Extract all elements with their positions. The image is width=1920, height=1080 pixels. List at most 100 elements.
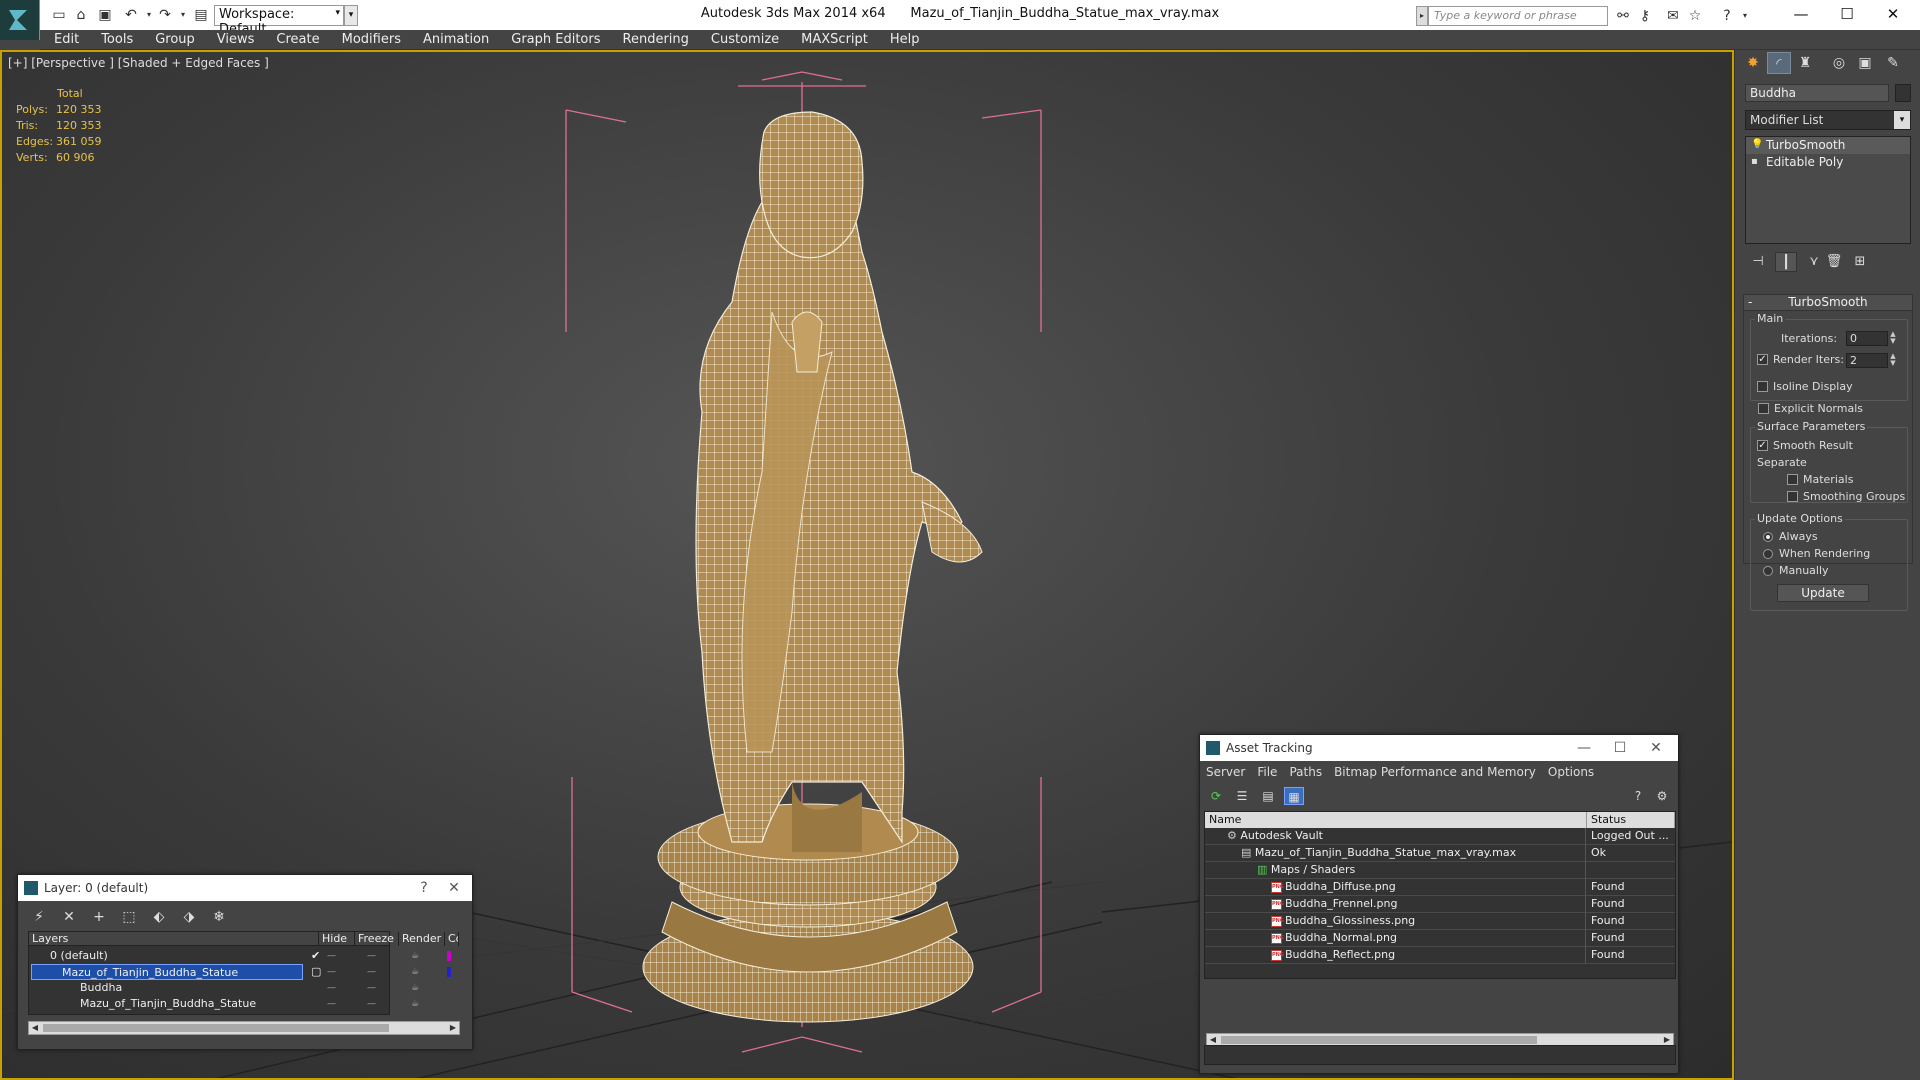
spinner-arrows-icon[interactable]: ▲ ▼ [1889,353,1897,368]
isoline-checkbox[interactable] [1757,381,1768,392]
pin-stack-icon[interactable]: ⊣ [1747,252,1769,272]
menu-views[interactable]: Views [206,30,266,49]
expand-icon[interactable]: ▪ [1751,156,1760,167]
asset-tracking-titlebar[interactable]: Asset Tracking — ☐ ✕ [1200,735,1678,761]
render-iters-spinner[interactable]: 2 [1846,353,1888,368]
modify-tab-icon[interactable]: ◜ [1767,52,1791,74]
save-file-icon[interactable]: ▣ [96,6,114,24]
help-icon[interactable]: ? [1628,787,1648,805]
menu-bitmap-performance[interactable]: Bitmap Performance and Memory [1328,761,1542,783]
binoculars-icon[interactable]: ⚯ [1614,7,1632,25]
manually-radio[interactable] [1763,566,1773,576]
render-teapot-icon[interactable]: ☕ [411,980,419,996]
menu-animation[interactable]: Animation [412,30,500,49]
help-icon[interactable]: ? [1718,7,1736,25]
workspace-dropdown[interactable]: Workspace: Default▾ [214,5,344,37]
rollout-header[interactable]: - TurboSmooth [1744,295,1912,311]
hierarchy-tab-icon[interactable]: ♜ [1793,52,1817,74]
scroll-thumb[interactable] [1221,1036,1537,1044]
menu-options[interactable]: Options [1542,761,1600,783]
minimize-icon[interactable]: — [1570,735,1598,761]
create-tab-icon[interactable]: ✸ [1741,52,1765,74]
scroll-left-icon[interactable]: ◀ [29,1022,41,1034]
menu-rendering[interactable]: Rendering [612,30,700,49]
menu-file[interactable]: File [1251,761,1283,783]
freeze-toggle[interactable]: — [367,948,376,964]
app-menu-button[interactable] [0,0,40,40]
active-layer-check-icon[interactable]: ✔ [311,948,320,964]
explicit-normals-checkbox[interactable] [1758,403,1769,414]
object-row[interactable]: Mazu_of_Tianjin_Buddha_Statue — — ☕ [29,996,419,1012]
display-tab-icon[interactable]: ▣ [1853,52,1877,74]
perspective-viewport[interactable]: [+] [Perspective ] [Shaded + Edged Faces… [0,50,1734,1080]
asset-row[interactable]: PNGBuddha_Normal.png Found [1205,930,1675,947]
maximize-icon[interactable]: ☐ [1606,735,1634,761]
key-icon[interactable]: ⚷ [1636,7,1654,25]
menu-create[interactable]: Create [265,30,330,49]
modifier-list-dropdown[interactable]: Modifier List ▾ [1745,110,1911,130]
smoothing-groups-checkbox[interactable] [1787,491,1798,502]
redo-icon[interactable]: ↷ [156,6,174,24]
utilities-tab-icon[interactable]: ✎ [1881,52,1905,74]
layer-color-swatch[interactable] [447,967,451,977]
layer-create-icon[interactable]: ⚡ [28,907,50,927]
menu-help[interactable]: Help [879,30,931,49]
asset-row[interactable]: PNGBuddha_Diffuse.png Found [1205,879,1675,896]
add-to-layer-icon[interactable]: + [88,907,110,927]
asset-row[interactable]: ⚙ Autodesk Vault Logged Out ... [1205,828,1675,845]
col-freeze[interactable]: Freeze [355,932,399,946]
show-end-result-icon[interactable]: ┃ [1775,252,1797,272]
viewport-label[interactable]: [+] [Perspective ] [Shaded + Edged Faces… [8,56,269,70]
always-radio[interactable] [1763,532,1773,542]
hide-toggle[interactable]: — [327,948,336,964]
close-button[interactable]: ✕ [1870,0,1916,30]
search-expand-icon[interactable]: ▸ [1416,6,1428,26]
open-file-icon[interactable]: ⌂ [72,6,90,24]
hide-toggle[interactable]: — [327,996,336,1012]
select-in-layer-icon[interactable]: ⬚ [118,907,140,927]
menu-edit[interactable]: Edit [43,30,90,49]
render-teapot-icon[interactable]: ☕ [411,948,419,964]
communication-icon[interactable]: ✉ [1664,7,1682,25]
update-button[interactable]: Update [1777,584,1869,602]
menu-group[interactable]: Group [144,30,206,49]
scroll-right-icon[interactable]: ▶ [447,1022,459,1034]
make-unique-icon[interactable]: ⋎ [1803,252,1825,272]
list-view-icon[interactable]: ☰ [1232,787,1252,805]
layer-row[interactable]: Mazu_of_Tianjin_Buddha_Statue ▢ — — ☕ [29,964,451,980]
help-settings-icon[interactable]: ⚙ [1652,787,1672,805]
remove-modifier-icon[interactable]: 🗑 [1823,252,1845,272]
iterations-spinner[interactable]: 0 [1846,331,1888,346]
object-name[interactable]: Buddha [77,980,122,996]
layer-name[interactable]: Mazu_of_Tianjin_Buddha_Statue [31,964,303,980]
hide-toggle[interactable]: — [327,980,336,996]
freeze-all-layers-icon[interactable]: ❄ [208,907,230,927]
help-button[interactable]: ? [410,875,438,901]
hide-toggle[interactable]: — [327,964,336,980]
col-hide[interactable]: Hide [319,932,355,946]
refresh-icon[interactable]: ⟳ [1206,787,1226,805]
stack-item-editable-poly[interactable]: ▪ Editable Poly [1746,154,1910,171]
col-color[interactable]: Cc [445,932,459,946]
materials-checkbox[interactable] [1787,474,1798,485]
object-name-field[interactable]: Buddha [1745,84,1889,102]
close-icon[interactable]: ✕ [1642,735,1670,761]
asset-row[interactable]: ▤ Mazu_of_Tianjin_Buddha_Statue_max_vray… [1205,845,1675,862]
layer-dialog-titlebar[interactable]: Layer: 0 (default) ? ✕ [18,875,472,901]
spinner-arrows-icon[interactable]: ▲ ▼ [1889,331,1897,346]
layer-hscrollbar[interactable]: ◀ ▶ [28,1021,460,1035]
stack-item-turbosmooth[interactable]: 💡 TurboSmooth [1746,137,1910,154]
search-input[interactable]: Type a keyword or phrase [1428,6,1608,26]
freeze-toggle[interactable]: — [367,964,376,980]
detail-view-icon[interactable]: ▤ [1258,787,1278,805]
object-color-swatch[interactable] [1895,84,1911,102]
layer-color-swatch[interactable] [447,951,451,961]
menu-graph-editors[interactable]: Graph Editors [500,30,611,49]
menu-modifiers[interactable]: Modifiers [331,30,412,49]
col-name[interactable]: Name [1205,812,1587,828]
object-row[interactable]: Buddha — — ☕ [29,980,419,996]
maximize-button[interactable]: ☐ [1824,0,1870,30]
undo-icon[interactable]: ↶ [122,6,140,24]
highlight-layer-icon[interactable]: ⬖ [148,907,170,927]
hide-all-layers-icon[interactable]: ⬗ [178,907,200,927]
